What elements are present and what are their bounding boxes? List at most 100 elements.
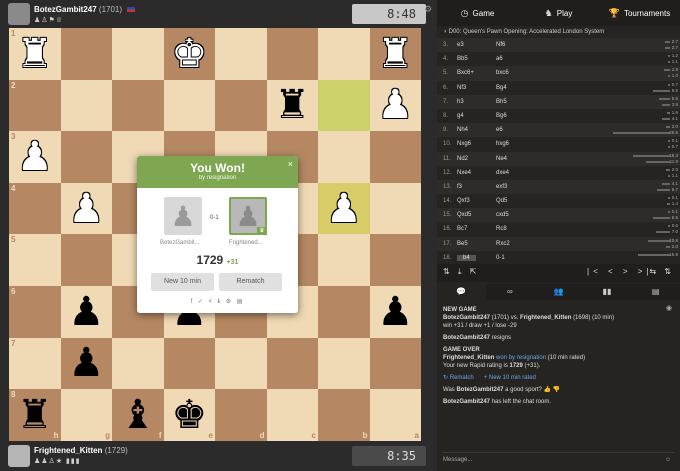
square-b6[interactable] (318, 285, 370, 338)
black-move[interactable]: 0-1 (496, 255, 505, 261)
square-b8[interactable]: b (318, 389, 370, 441)
black-move[interactable]: dxe4 (496, 170, 509, 176)
top-player-name[interactable]: BotezGambit247 (34, 5, 97, 14)
square-c8[interactable]: c (266, 389, 318, 441)
square-b5[interactable] (318, 234, 370, 286)
square-b7[interactable] (318, 337, 370, 390)
black-bishop-icon[interactable]: ♝ (120, 395, 156, 435)
square-g7[interactable]: ♟ (60, 337, 112, 390)
black-move[interactable]: Nf6 (496, 42, 505, 48)
black-move[interactable]: Qd5 (496, 198, 507, 204)
square-a6[interactable]: ♟ (369, 285, 421, 338)
msg2-name[interactable]: BotezGambit247 (443, 399, 490, 405)
tab-game[interactable]: ◷ Game (437, 0, 518, 26)
square-a3[interactable] (369, 131, 421, 183)
square-g2[interactable] (60, 79, 112, 132)
square-h3[interactable]: 3 ♟ (9, 131, 61, 183)
square-g8[interactable]: g (60, 389, 112, 441)
black-pawn-icon[interactable]: ♟ (68, 343, 104, 383)
square-g3[interactable] (60, 131, 112, 183)
white-move[interactable]: f3 (457, 184, 462, 190)
square-f1[interactable] (112, 28, 164, 80)
square-h7[interactable]: 7 (9, 337, 61, 390)
square-c7[interactable] (266, 337, 318, 390)
thumbs-icon[interactable]: 👍 👎 (544, 387, 561, 393)
msg1-name[interactable]: BotezGambit247 (456, 387, 503, 393)
white-move[interactable]: Nd2 (457, 156, 468, 162)
square-a4[interactable] (369, 182, 421, 235)
white-king-icon[interactable]: ♚ (171, 34, 207, 74)
stats-tab-icon[interactable]: ▮▮ (583, 284, 632, 300)
won-by-link[interactable]: won by resignation (496, 355, 546, 361)
chat-new-game-link[interactable]: + New 10 min rated (484, 374, 536, 382)
new-game-button[interactable]: New 10 min (151, 273, 214, 291)
square-b1[interactable] (318, 28, 370, 80)
archive-tab-icon[interactable]: ▤ (631, 284, 680, 300)
black-rook-icon[interactable]: ♜ (17, 395, 53, 435)
white-move[interactable]: e3 (457, 42, 464, 48)
white-pawn-icon[interactable]: ♟ (377, 85, 413, 125)
square-d2[interactable] (215, 79, 267, 132)
black-pawn-icon[interactable]: ♟ (377, 292, 413, 332)
square-c1[interactable] (266, 28, 318, 80)
black-move[interactable]: exf3 (496, 184, 507, 190)
chat-tab-icon[interactable]: 💬 (437, 284, 486, 300)
black-move[interactable]: Ne4 (496, 156, 507, 162)
analysis-tab-icon[interactable]: ∞ (486, 284, 535, 300)
white-move[interactable]: Qxd5 (457, 212, 471, 218)
square-d7[interactable] (215, 337, 267, 390)
square-b4[interactable]: ♟ (318, 182, 370, 235)
resigns-name[interactable]: BotezGambit247 (443, 335, 490, 341)
white-move[interactable]: Qxf3 (457, 198, 470, 204)
black-move[interactable]: Bg6 (496, 113, 507, 119)
white-move[interactable]: Be5 (457, 241, 468, 247)
square-e2[interactable] (163, 79, 215, 132)
tab-play[interactable]: ♞ Play (518, 0, 599, 26)
square-a2[interactable]: ♟ (369, 79, 421, 132)
black-move[interactable]: a6 (496, 56, 503, 62)
square-d8[interactable]: d (215, 389, 267, 441)
white-rook-icon[interactable]: ♜ (17, 34, 53, 74)
navigation-buttons[interactable]: |< < > >| (587, 267, 653, 276)
chat-rematch-link[interactable]: ↻ Rematch (443, 374, 474, 382)
square-e8[interactable]: e ♚ (163, 389, 215, 441)
square-h6[interactable]: 6 (9, 285, 61, 338)
white-move[interactable]: Nh4 (457, 127, 468, 133)
black-move[interactable]: Bg4 (496, 85, 507, 91)
white-move[interactable]: Nxe4 (457, 170, 471, 176)
square-h2[interactable]: 2 (9, 79, 61, 132)
black-pawn-icon[interactable]: ♟ (68, 292, 104, 332)
black-move[interactable]: Rxc2 (496, 241, 510, 247)
white-move[interactable]: Bxc6+ (457, 70, 474, 76)
black-move[interactable]: Bh5 (496, 99, 507, 105)
black-king-icon[interactable]: ♚ (171, 395, 207, 435)
chat-input[interactable]: Message... ☺ (443, 452, 675, 466)
square-g4[interactable]: ♟ (60, 182, 112, 235)
square-h8[interactable]: 8 h ♜ (9, 389, 61, 441)
white-move[interactable]: h3 (457, 99, 464, 105)
square-h4[interactable]: 4 (9, 182, 61, 235)
vs-black[interactable]: Frightened_Kitten (520, 315, 571, 321)
square-b2[interactable] (318, 79, 370, 132)
players-tab-icon[interactable]: 👥 (534, 284, 583, 300)
square-e7[interactable] (163, 337, 215, 390)
square-a8[interactable]: a (369, 389, 421, 441)
close-icon[interactable]: × (288, 159, 293, 169)
white-move[interactable]: g4 (457, 113, 464, 119)
black-move[interactable]: e6 (496, 127, 503, 133)
white-rook-icon[interactable]: ♜ (377, 34, 413, 74)
square-f7[interactable] (112, 337, 164, 390)
bottom-player-name[interactable]: Frightened_Kitten (34, 446, 102, 455)
square-e1[interactable]: ♚ (163, 28, 215, 80)
vs-white[interactable]: BotezGambit247 (443, 315, 490, 321)
white-move[interactable]: Bc7 (457, 226, 467, 232)
black-rook-icon[interactable]: ♜ (274, 85, 310, 125)
square-a5[interactable] (369, 234, 421, 286)
white-move[interactable]: b4 (457, 254, 476, 261)
emoji-icon[interactable]: ☺ (665, 453, 671, 467)
winner-name-chat[interactable]: Frightened_Kitten (443, 355, 494, 361)
square-c2[interactable]: ♜ (266, 79, 318, 132)
square-h1[interactable]: 1 ♜ (9, 28, 61, 80)
gear-icon[interactable]: ⚙ (424, 4, 432, 15)
black-move[interactable]: Rc8 (496, 226, 507, 232)
